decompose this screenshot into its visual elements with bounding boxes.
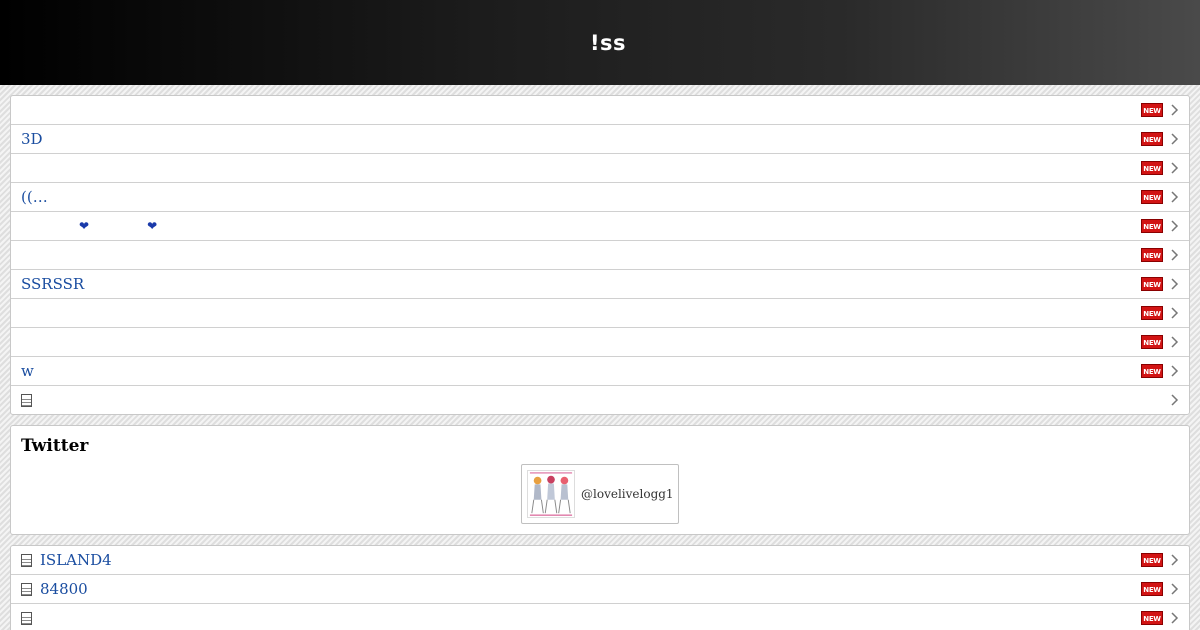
document-icon	[21, 612, 32, 625]
chevron-right-icon	[1171, 249, 1179, 261]
list-item-link[interactable]: ❤ ❤	[21, 219, 157, 233]
list-item[interactable]: NEW	[11, 154, 1189, 183]
chevron-right-icon	[1171, 104, 1179, 116]
site-header: !ss	[0, 0, 1200, 85]
chevron-right-icon	[1171, 278, 1179, 290]
list-item[interactable]: w NEW	[11, 357, 1189, 386]
list-item-link[interactable]: SSRSSR	[21, 275, 84, 293]
document-icon	[21, 394, 32, 407]
chevron-right-icon	[1171, 162, 1179, 174]
document-icon	[21, 553, 32, 567]
list-item[interactable]: ISLAND4 NEW	[11, 546, 1189, 575]
list-item[interactable]: 84800 NEW	[11, 575, 1189, 604]
chevron-right-icon	[1171, 365, 1179, 377]
list-item[interactable]: NEW	[11, 604, 1189, 630]
list-item[interactable]: NEW	[11, 241, 1189, 270]
twitter-widget: Twitter @lovelivelogg1	[10, 425, 1190, 535]
new-badge: NEW	[1141, 611, 1163, 625]
new-badge: NEW	[1141, 364, 1163, 378]
heart-icon: ❤	[79, 219, 90, 233]
new-badge: NEW	[1141, 161, 1163, 175]
list-item-link[interactable]: 84800	[40, 580, 88, 598]
new-badge: NEW	[1141, 190, 1163, 204]
chevron-right-icon	[1171, 133, 1179, 145]
new-badge: NEW	[1141, 103, 1163, 117]
list-item[interactable]	[11, 386, 1189, 414]
twitter-title: Twitter	[21, 436, 89, 456]
new-badge: NEW	[1141, 277, 1163, 291]
new-badge: NEW	[1141, 582, 1163, 596]
chevron-right-icon	[1171, 307, 1179, 319]
chevron-right-icon	[1171, 191, 1179, 203]
list-item[interactable]: ❤ ❤ NEW	[11, 212, 1189, 241]
new-badge: NEW	[1141, 335, 1163, 349]
list-item[interactable]: 3D NEW	[11, 125, 1189, 154]
list-item-link[interactable]: 3D	[21, 130, 43, 148]
new-badge: NEW	[1141, 132, 1163, 146]
chevron-right-icon	[1171, 220, 1179, 232]
chevron-right-icon	[1171, 583, 1179, 595]
list-item[interactable]: NEW	[11, 328, 1189, 357]
chevron-right-icon	[1171, 394, 1179, 406]
site-title[interactable]: !ss	[590, 31, 626, 55]
new-badge: NEW	[1141, 306, 1163, 320]
twitter-profile-card[interactable]: @lovelivelogg1	[521, 464, 679, 524]
document-icon	[21, 582, 32, 596]
list-item-link[interactable]: ISLAND4	[40, 551, 112, 569]
new-badge: NEW	[1141, 553, 1163, 567]
list-item[interactable]: NEW	[11, 96, 1189, 125]
twitter-avatar	[527, 470, 575, 518]
list-item[interactable]: NEW	[11, 299, 1189, 328]
list-item-link[interactable]: w	[21, 362, 34, 380]
new-badge: NEW	[1141, 219, 1163, 233]
article-list: NEW 3D NEW NEW ((… NEW ❤ ❤ NEW NEW SSRSSR…	[10, 95, 1190, 415]
chevron-right-icon	[1171, 612, 1179, 624]
new-badge: NEW	[1141, 248, 1163, 262]
chevron-right-icon	[1171, 336, 1179, 348]
chevron-right-icon	[1171, 554, 1179, 566]
article-list-2: ISLAND4 NEW 84800 NEW NEW	[10, 545, 1190, 630]
list-item[interactable]: SSRSSR NEW	[11, 270, 1189, 299]
list-item-link[interactable]: ((…	[21, 188, 48, 206]
twitter-handle[interactable]: @lovelivelogg1	[581, 487, 674, 501]
heart-icon: ❤	[147, 219, 158, 233]
list-item[interactable]: ((… NEW	[11, 183, 1189, 212]
